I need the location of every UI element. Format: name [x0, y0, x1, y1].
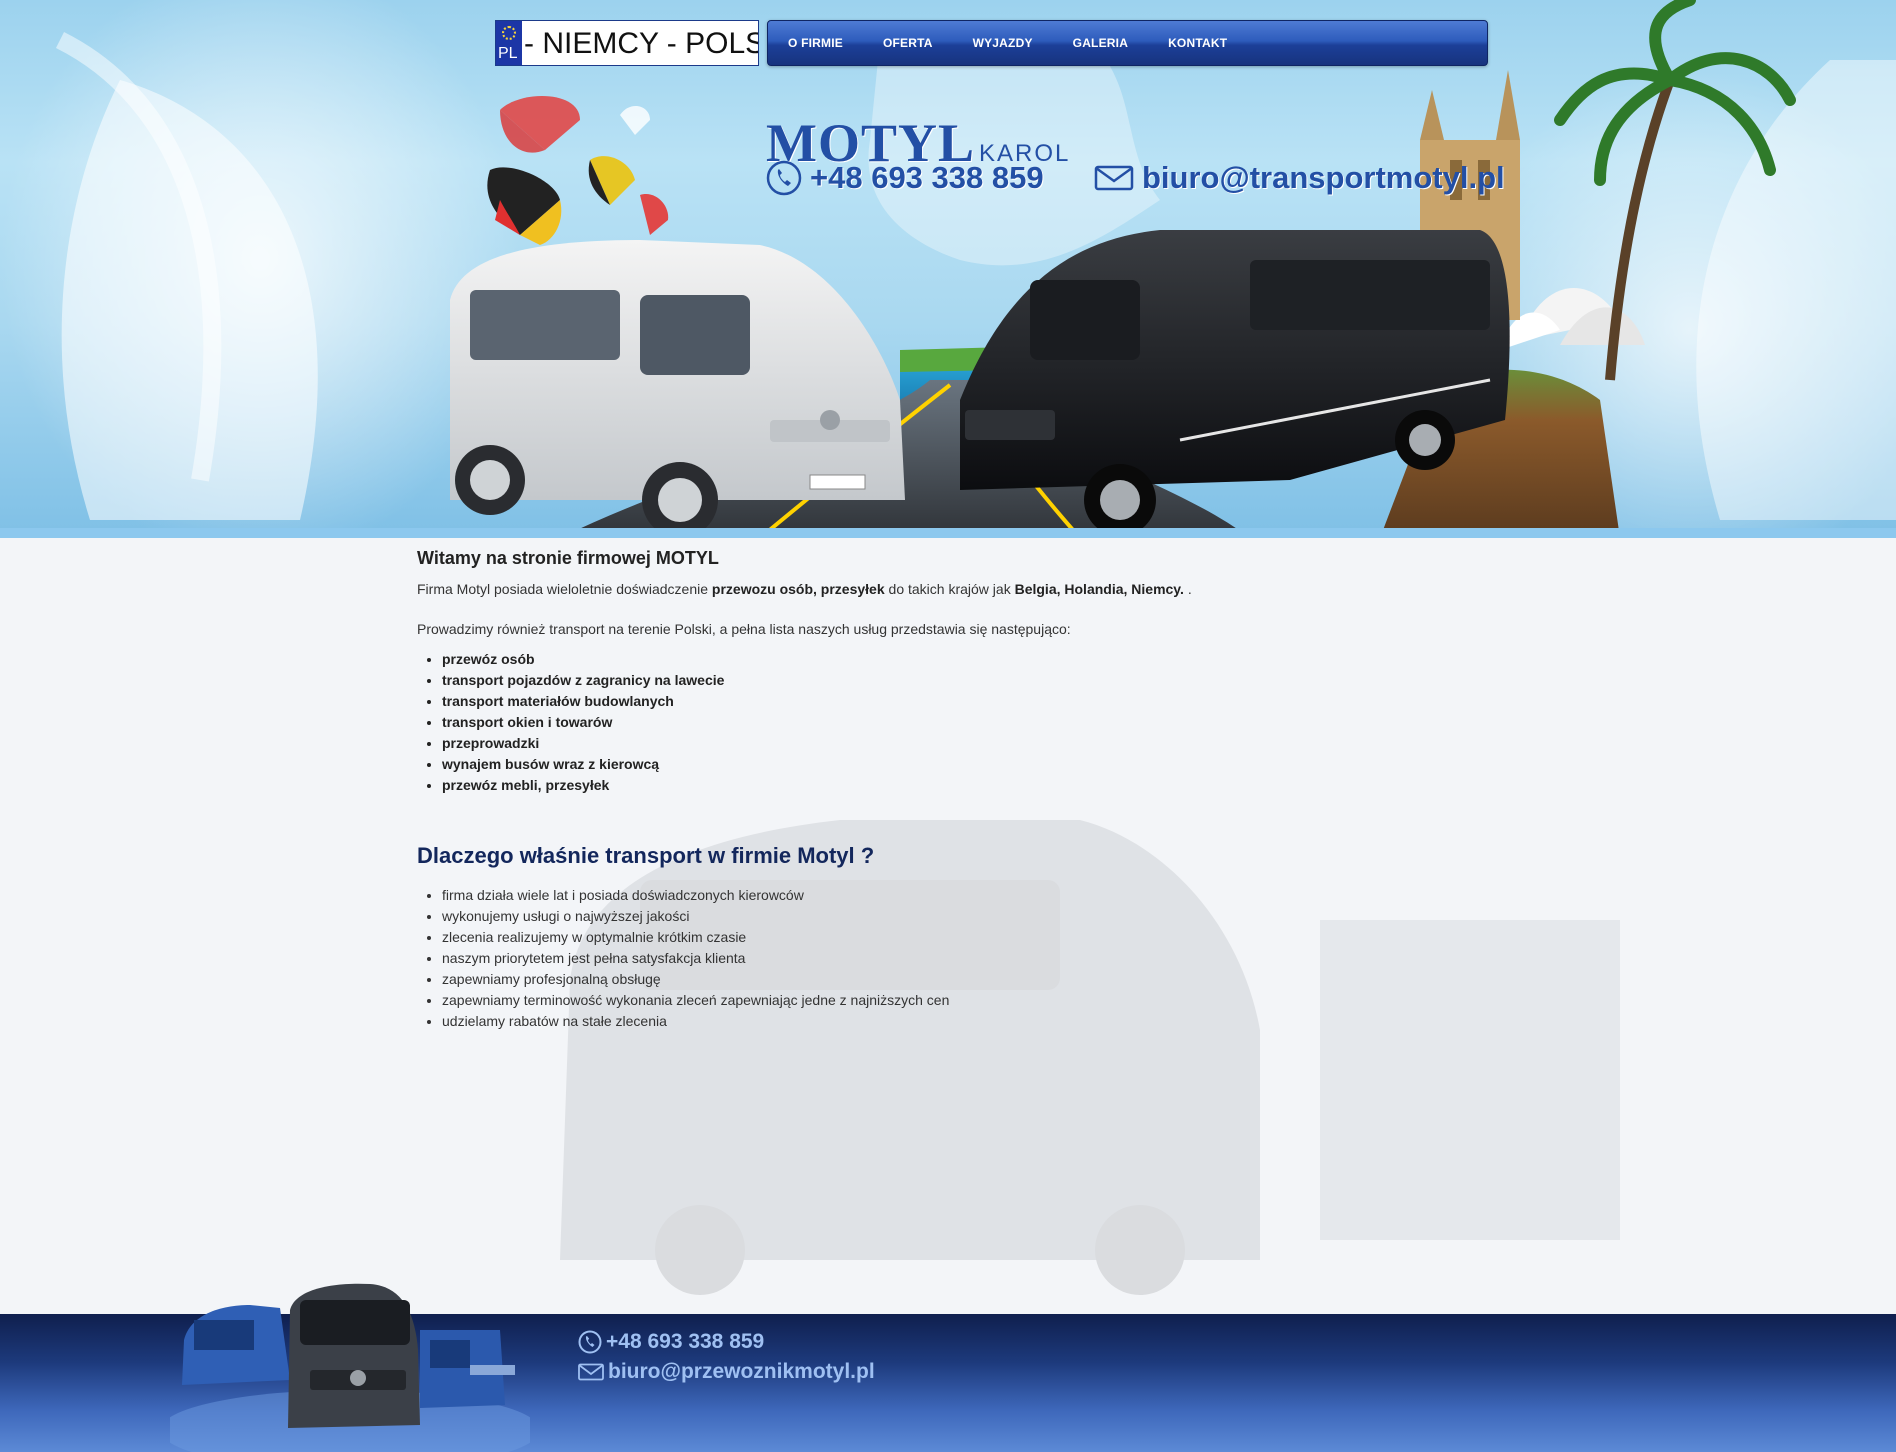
envelope-icon [1094, 165, 1134, 191]
eu-flag-icon: PL [496, 21, 522, 65]
list-item: zapewniamy terminowość wykonania zleceń … [442, 990, 1517, 1011]
intro-text-1: Firma Motyl posiada wieloletnie doświadc… [417, 581, 712, 597]
reasons-list: firma działa wiele lat i posiada doświad… [442, 885, 1517, 1032]
eu-stars-icon [502, 26, 516, 40]
main-content: Witamy na stronie firmowej MOTYL Firma M… [417, 548, 1517, 1032]
list-item: przewóz osób [442, 649, 1517, 670]
intro-text-3: . [1183, 581, 1192, 597]
footer-phone-text: +48 693 338 859 [606, 1330, 765, 1353]
nav-item-o-firmie[interactable]: O FIRMIE [788, 36, 843, 50]
list-item: przewóz mebli, przesyłek [442, 775, 1517, 796]
white-van-image [450, 240, 905, 538]
services-list: przewóz osób transport pojazdów z zagran… [442, 649, 1517, 796]
intro-bold-countries: Belgia, Holandia, Niemcy. [1014, 581, 1184, 597]
header-phone-text: +48 693 338 859 [810, 160, 1044, 195]
intro-paragraph: Firma Motyl posiada wieloletnie doświadc… [417, 579, 1517, 599]
header-email-text: biuro@transportmotyl.pl [1142, 160, 1505, 195]
services-intro-paragraph: Prowadzimy również transport na terenie … [417, 621, 1071, 637]
envelope-icon [578, 1363, 604, 1381]
list-item: wynajem busów wraz z kierowcą [442, 754, 1517, 775]
list-item: firma działa wiele lat i posiada doświad… [442, 885, 1517, 906]
list-item: transport pojazdów z zagranicy na laweci… [442, 670, 1517, 691]
list-item: naszym priorytetem jest pełna satysfakcj… [442, 948, 1517, 969]
list-item: transport okien i towarów [442, 712, 1517, 733]
header-email[interactable]: biuro@transportmotyl.pl [1094, 160, 1505, 196]
footer-email[interactable]: biuro@przewoznikmotyl.pl [578, 1360, 875, 1384]
nav-item-galeria[interactable]: GALERIA [1073, 36, 1128, 50]
nav-item-wyjazdy[interactable]: WYJAZDY [973, 36, 1033, 50]
phone-icon [578, 1330, 602, 1354]
why-title: Dlaczego właśnie transport w firmie Moty… [417, 843, 875, 868]
main-nav: O FIRMIE OFERTA WYJAZDY GALERIA KONTAKT [767, 20, 1488, 66]
plate-country-code: PL [498, 45, 518, 62]
plate-text: - NIEMCY - POLS [524, 27, 759, 60]
header-banner: PL - NIEMCY - POLS O FIRMIE OFERTA WYJAZ… [0, 0, 1896, 538]
list-item: zlecenia realizujemy w optymalnie krótki… [442, 927, 1517, 948]
intro-text-2: do takich krajów jak [884, 581, 1015, 597]
intro-bold-services: przewozu osób, przesyłek [711, 581, 885, 597]
welcome-title: Witamy na stronie firmowej MOTYL [417, 548, 719, 568]
nav-item-oferta[interactable]: OFERTA [883, 36, 933, 50]
list-item: zapewniamy profesjonalną obsługę [442, 969, 1517, 990]
list-item: wykonujemy usługi o najwyższej jakości [442, 906, 1517, 927]
banner-divider [0, 528, 1896, 538]
banner-artwork [0, 0, 1896, 538]
country-plate-logo[interactable]: PL - NIEMCY - POLS [495, 20, 759, 66]
list-item: udzielamy rabatów na stałe zlecenia [442, 1011, 1517, 1032]
footer-vans-image [170, 1283, 530, 1452]
header-phone[interactable]: +48 693 338 859 [766, 160, 1044, 196]
list-item: transport materiałów budowlanych [442, 691, 1517, 712]
phone-icon [766, 160, 802, 196]
footer-email-text: biuro@przewoznikmotyl.pl [608, 1360, 875, 1383]
footer-phone[interactable]: +48 693 338 859 [578, 1330, 764, 1354]
list-item: przeprowadzki [442, 733, 1517, 754]
nav-item-kontakt[interactable]: KONTAKT [1168, 36, 1227, 50]
